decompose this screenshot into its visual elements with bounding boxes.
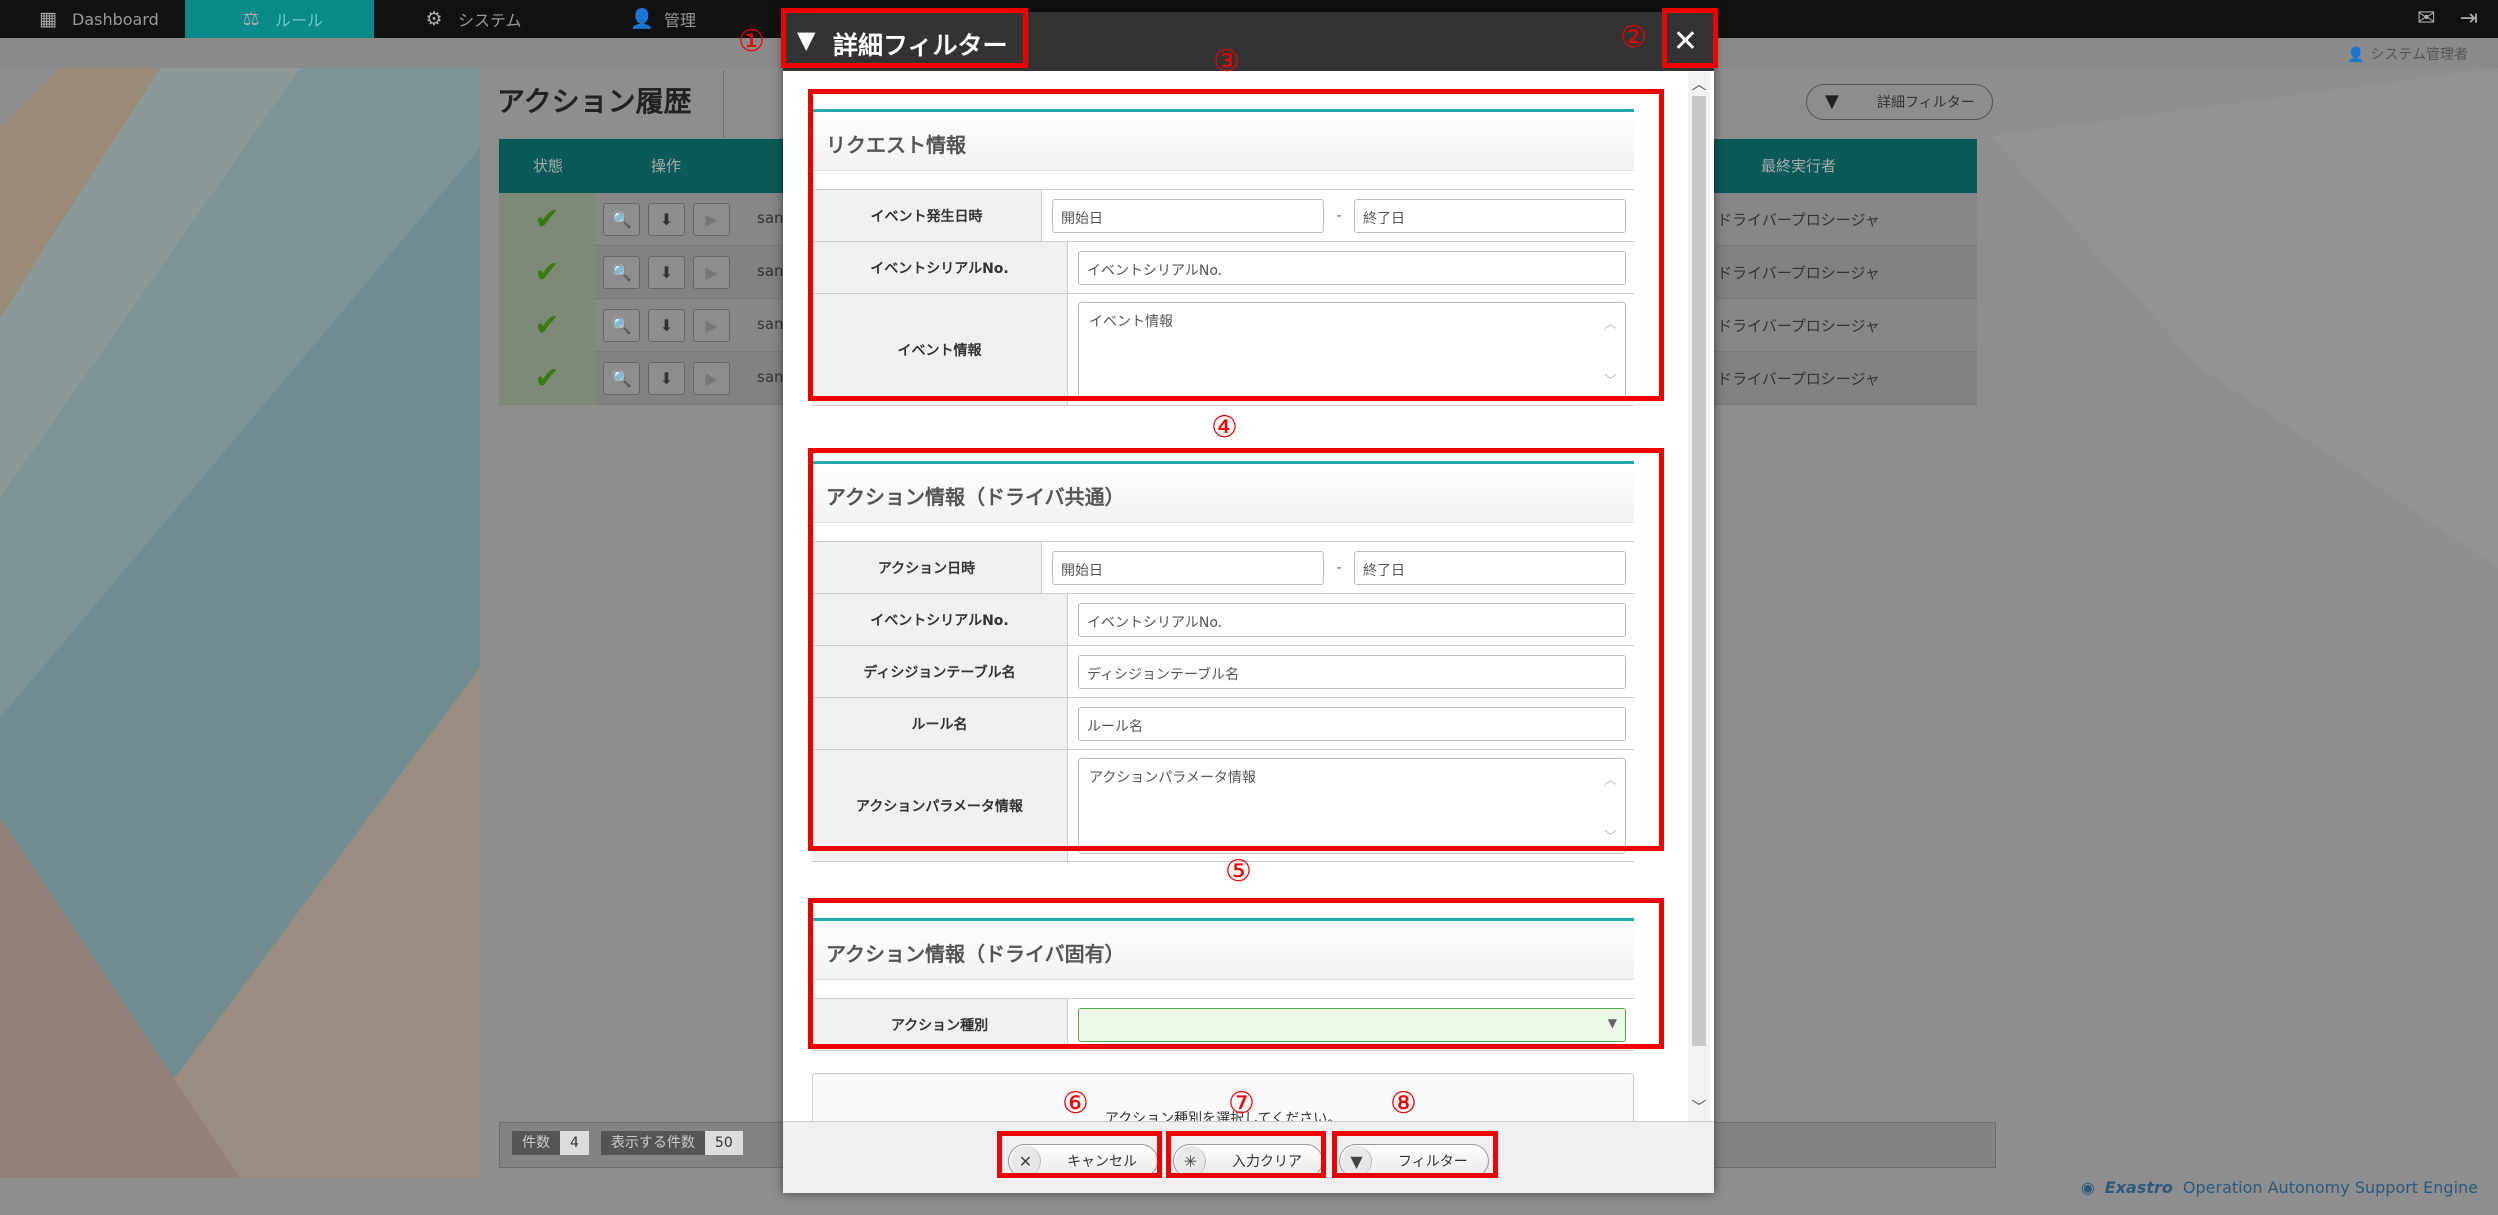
header-status[interactable]: 状態	[533, 155, 563, 176]
detail-icon[interactable]: 🔍	[603, 203, 640, 236]
row-executor: ドライバープロシージャ	[1717, 264, 1880, 282]
detail-icon[interactable]: 🔍	[603, 309, 640, 342]
download-icon[interactable]: ⬇	[648, 309, 685, 342]
scroll-up-icon[interactable]: ︿	[1691, 73, 1707, 94]
logout-icon[interactable]: ⇥	[2460, 6, 2478, 31]
top-right-icons: ✉ ⇥	[2417, 6, 2478, 31]
user-name: システム管理者	[2370, 47, 2468, 63]
user-menu[interactable]: 👤 システム管理者	[2347, 44, 2468, 64]
detail-icon[interactable]: 🔍	[603, 362, 640, 395]
play-icon: ▶	[693, 362, 730, 395]
row-executor: ドライバープロシージャ	[1717, 317, 1880, 335]
annotation-number: ②	[1620, 20, 1647, 55]
annotation-box-action-common	[808, 448, 1664, 851]
annotation-number: ④	[1211, 410, 1238, 445]
annotation-number: ⑦	[1228, 1086, 1255, 1121]
annotation-box-clear	[1166, 1131, 1326, 1178]
nav-rule-label: ルール	[275, 11, 324, 30]
scale-icon: ⚖	[242, 8, 260, 30]
filter-icon: ▼	[1825, 91, 1839, 112]
row-name: san	[757, 262, 784, 280]
annotation-number: ①	[738, 24, 765, 59]
open-filter-button[interactable]: ▼ 詳細フィルター	[1806, 84, 1993, 120]
nav-dashboard-label: Dashboard	[72, 9, 159, 29]
download-icon[interactable]: ⬇	[648, 256, 685, 289]
row-executor: ドライバープロシージャ	[1717, 370, 1880, 388]
action-type-notice: アクション種別を選択してください。	[812, 1073, 1634, 1121]
brand-logo: ◉ Exastro Operation Autonomy Support Eng…	[2081, 1178, 2478, 1197]
download-icon[interactable]: ⬇	[648, 203, 685, 236]
play-icon: ▶	[693, 256, 730, 289]
brand-tagline: Operation Autonomy Support Engine	[2182, 1178, 2478, 1197]
annotation-box-action-specific	[808, 898, 1664, 1049]
mail-icon[interactable]: ✉	[2417, 6, 2435, 31]
annotation-box-title	[781, 8, 1028, 68]
scroll-down-icon[interactable]: ﹀	[1691, 1096, 1707, 1117]
nav-system[interactable]: ⚙ システム	[374, 0, 624, 38]
annotation-box-request	[808, 89, 1664, 401]
nav-rule[interactable]: ⚖ ルール	[185, 0, 374, 38]
modal-scrollbar[interactable]: ︿ ﹀	[1688, 71, 1710, 1121]
scroll-thumb[interactable]	[1692, 96, 1706, 1046]
user-icon: 👤	[2346, 47, 2365, 63]
system-icon: ⚙	[425, 8, 443, 30]
page-title: アクション履歴	[497, 85, 692, 118]
annotation-box-close	[1662, 8, 1718, 68]
count-value: 4	[560, 1131, 589, 1155]
detail-icon[interactable]: 🔍	[603, 256, 640, 289]
open-filter-label: 詳細フィルター	[1877, 95, 1975, 111]
dashboard-icon: ▦	[39, 8, 57, 30]
table-footer-counts: 件数 4 表示する件数 50	[512, 1131, 743, 1155]
play-icon: ▶	[693, 203, 730, 236]
title-divider	[723, 70, 724, 138]
annotation-box-cancel	[997, 1131, 1162, 1178]
nav-system-label: システム	[458, 11, 522, 30]
annotation-number: ⑥	[1062, 1086, 1089, 1121]
row-name: san	[757, 315, 784, 333]
admin-icon: 👤	[630, 8, 654, 30]
nav-dashboard[interactable]: ▦ Dashboard	[0, 0, 185, 38]
count-label: 件数	[512, 1131, 560, 1155]
annotation-number: ⑤	[1225, 854, 1252, 889]
check-icon: ✔	[499, 193, 595, 246]
row-name: san	[757, 368, 784, 386]
check-icon: ✔	[499, 246, 595, 299]
row-executor: ドライバープロシージャ	[1717, 211, 1880, 229]
header-operation: 操作	[651, 157, 682, 175]
eye-logo-icon: ◉	[2080, 1178, 2095, 1197]
brand-name: Exastro	[2104, 1178, 2173, 1197]
check-icon: ✔	[499, 352, 595, 405]
per-page-select[interactable]: 50	[704, 1131, 743, 1155]
nav-admin-label: 管理	[664, 11, 697, 30]
annotation-number: ③	[1213, 44, 1240, 79]
header-last-executor[interactable]: 最終実行者	[1761, 155, 1836, 176]
check-icon: ✔	[499, 299, 595, 352]
download-icon[interactable]: ⬇	[648, 362, 685, 395]
play-icon: ▶	[693, 309, 730, 342]
annotation-number: ⑧	[1390, 1086, 1417, 1121]
row-name: san	[757, 209, 784, 227]
annotation-box-filter	[1332, 1131, 1498, 1178]
per-page-label: 表示する件数	[600, 1131, 705, 1155]
